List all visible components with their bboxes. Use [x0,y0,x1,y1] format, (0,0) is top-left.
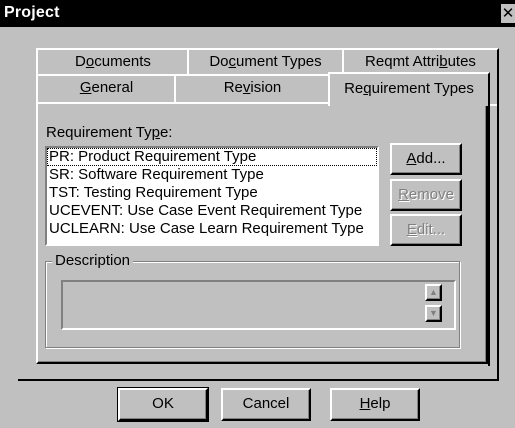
sheet-shadow-bottom-2 [18,379,499,381]
tab-documents-label: Documents [75,53,151,70]
list-item[interactable]: PR: Product Requirement Type [47,148,377,166]
edit-button[interactable]: Edit... [390,214,462,246]
tab-general-label: General [79,79,134,96]
ok-button[interactable]: OK [117,387,209,422]
tab-requirement-types-label: Requirement Types [344,80,474,97]
tab-document-types[interactable]: Document Types [187,48,344,76]
scroll-up-button[interactable]: ▲ [425,284,442,301]
tab-requirement-types[interactable]: Requirement Types [328,72,490,106]
sheet-shadow-right-2 [497,76,499,381]
remove-button[interactable]: Remove [390,179,462,211]
arrow-up-icon: ▲ [429,287,438,297]
close-icon: ✕ [501,5,515,22]
tab-revision[interactable]: Revision [174,74,331,104]
list-item[interactable]: UCEVENT: Use Case Event Requirement Type [47,202,377,220]
cancel-label: Cancel [242,395,290,412]
requirement-type-list[interactable]: PR: Product Requirement Type SR: Softwar… [45,146,379,246]
tab-reqmt-attributes-label: Reqmt Attributes [365,53,476,70]
list-item[interactable]: UCLEARN: Use Case Learn Requirement Type [47,220,377,238]
scroll-down-button[interactable]: ▼ [425,305,442,322]
title-bar: Project ✕ [0,0,515,27]
list-item[interactable]: TST: Testing Requirement Type [47,184,377,202]
sheet-shadow-right-1 [488,104,490,366]
add-button[interactable]: Add... [390,143,462,175]
window-title: Project [4,4,60,21]
description-field[interactable] [61,280,456,330]
help-label: Help [359,395,391,412]
tab-revision-label: Revision [223,79,282,96]
tab-documents[interactable]: Documents [36,48,190,76]
cancel-button[interactable]: Cancel [221,388,311,421]
sheet-edge-right-mid [490,104,497,106]
arrow-down-icon: ▼ [429,308,438,318]
tab-document-types-label: Document Types [209,53,322,70]
tab-general[interactable]: General [36,74,177,104]
ok-label: OK [152,395,174,412]
close-button[interactable]: ✕ [501,4,515,23]
list-item[interactable]: SR: Software Requirement Type [47,166,377,184]
help-button[interactable]: Help [330,388,420,421]
